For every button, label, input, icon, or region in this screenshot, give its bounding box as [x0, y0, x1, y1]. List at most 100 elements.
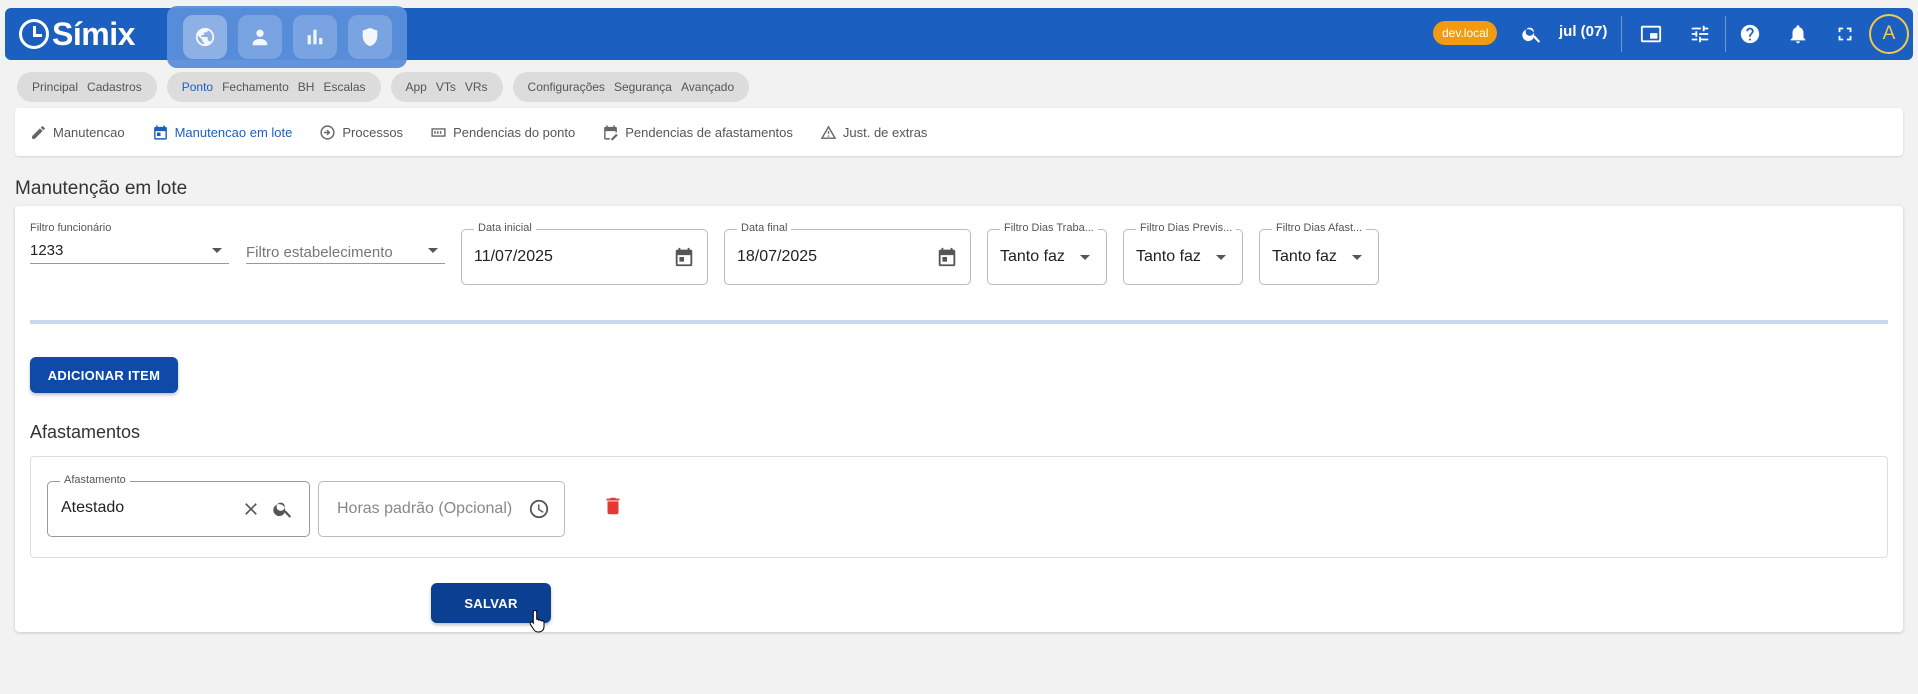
menu-group-ponto: Ponto Fechamento BH Escalas: [166, 72, 381, 102]
search-icon[interactable]: [272, 498, 294, 520]
default-hours-placeholder: Horas padrão (Opcional): [337, 500, 513, 517]
afastamento-value: Atestado: [61, 499, 125, 516]
divider: [1725, 16, 1726, 52]
warning-icon: [820, 124, 837, 139]
menu-item[interactable]: Escalas: [323, 80, 365, 94]
establishment-filter-placeholder: Filtro estabelecimento: [246, 244, 393, 261]
start-date-field[interactable]: Data inicial 11/07/2025: [461, 222, 708, 285]
subnav-just-extras[interactable]: Just. de extras: [820, 124, 928, 141]
field-underline: [30, 263, 229, 264]
module-globe-button[interactable]: [182, 15, 227, 59]
top-app-bar: Símix dev.local jul (07) A: [5, 6, 1913, 68]
menu-item[interactable]: Avançado: [681, 80, 734, 94]
menu-item-active[interactable]: Ponto: [182, 80, 213, 94]
pencil-icon: [32, 125, 45, 139]
subnav-label: Pendencias do ponto: [453, 124, 576, 140]
menu-item[interactable]: VTs: [436, 80, 456, 94]
calendar-icon: [153, 124, 167, 140]
picture-in-picture-icon: [1640, 25, 1662, 43]
chevron-down-icon: [1352, 255, 1362, 260]
brand-name: Símix: [52, 15, 135, 52]
delete-icon[interactable]: [602, 495, 624, 517]
subnav-label: Processos: [342, 124, 404, 140]
end-date-value: 18/07/2025: [737, 248, 818, 265]
picture-in-picture-button[interactable]: [1637, 20, 1665, 48]
employee-filter[interactable]: Filtro funcionário 1233: [30, 222, 229, 264]
worked-days-filter[interactable]: Filtro Dias Traba... Tanto faz: [987, 222, 1107, 285]
loading-bar: [30, 320, 1888, 324]
menu-item[interactable]: App: [406, 80, 427, 94]
default-hours-field[interactable]: Horas padrão (Opcional): [318, 481, 565, 537]
main-menu: Principal Cadastros Ponto Fechamento BH …: [17, 72, 750, 102]
search-button[interactable]: [1518, 20, 1546, 48]
subnav-manutencao[interactable]: Manutencao: [30, 124, 125, 141]
start-date-label: Data inicial: [474, 222, 536, 234]
help-button[interactable]: [1736, 20, 1764, 48]
start-date-value: 11/07/2025: [474, 248, 553, 265]
absence-days-label: Filtro Dias Afast...: [1272, 222, 1367, 234]
menu-item[interactable]: Principal: [32, 80, 78, 94]
subnav-manutencao-em-lote[interactable]: Manutencao em lote: [152, 124, 293, 141]
afastamento-row: Afastamento Atestado Horas padrão (Opcio…: [30, 456, 1888, 558]
menu-item[interactable]: VRs: [465, 80, 488, 94]
tune-button[interactable]: [1686, 20, 1714, 48]
divider: [1621, 16, 1622, 52]
end-date-field[interactable]: Data final 18/07/2025: [724, 222, 971, 285]
shield-icon: [362, 27, 377, 47]
subnav-pendencias-afastamentos[interactable]: Pendencias de afastamentos: [602, 124, 793, 141]
calendar-icon[interactable]: [673, 246, 695, 268]
sub-navigation: Manutencao Manutencao em lote Processos …: [15, 108, 1903, 156]
person-icon: [252, 29, 267, 46]
menu-group-app: App VTs VRs: [390, 72, 503, 102]
clock-grid-icon: [431, 127, 446, 137]
clock-icon[interactable]: [528, 498, 550, 520]
employee-filter-value: 1233: [30, 242, 64, 259]
subnav-label: Just. de extras: [842, 124, 928, 140]
user-avatar[interactable]: A: [1869, 14, 1909, 54]
chevron-down-icon: [212, 248, 222, 253]
field-underline: [246, 263, 445, 264]
clock-logo-icon: [19, 19, 49, 49]
notifications-button[interactable]: [1784, 20, 1812, 48]
menu-item[interactable]: Segurança: [614, 80, 672, 94]
bell-icon: [1790, 25, 1806, 44]
month-selector[interactable]: jul (07): [1559, 23, 1607, 40]
absence-days-filter[interactable]: Filtro Dias Afast... Tanto faz: [1259, 222, 1379, 285]
page-title: Manutenção em lote: [15, 178, 188, 199]
app-logo[interactable]: Símix: [19, 16, 135, 52]
employee-filter-label: Filtro funcionário: [30, 222, 112, 234]
establishment-filter[interactable]: Filtro estabelecimento: [246, 222, 445, 264]
module-chart-button[interactable]: [292, 15, 337, 59]
tune-icon: [1691, 25, 1709, 43]
module-switcher: [167, 6, 407, 68]
help-icon: [1740, 24, 1760, 44]
close-icon[interactable]: [241, 499, 261, 519]
subnav-processos[interactable]: Processos: [319, 124, 403, 141]
module-shield-button[interactable]: [347, 15, 392, 59]
subnav-label: Manutencao: [53, 124, 125, 140]
calendar-icon[interactable]: [936, 246, 958, 268]
afastamento-label: Afastamento: [60, 474, 130, 486]
afastamento-field[interactable]: Afastamento Atestado: [47, 474, 310, 537]
subnav-pendencias-ponto[interactable]: Pendencias do ponto: [430, 124, 575, 141]
menu-item[interactable]: BH: [298, 80, 315, 94]
module-person-button[interactable]: [237, 15, 282, 59]
menu-group-configuracoes: Configurações Segurança Avançado: [512, 72, 750, 102]
search-icon: [1522, 27, 1541, 43]
chevron-down-icon: [1080, 255, 1090, 260]
subnav-label: Pendencias de afastamentos: [625, 124, 793, 140]
fullscreen-icon: [1838, 27, 1852, 41]
menu-item[interactable]: Fechamento: [222, 80, 289, 94]
subnav-label: Manutencao em lote: [174, 124, 293, 140]
add-item-button[interactable]: ADICIONAR ITEM: [30, 357, 178, 393]
absence-days-value: Tanto faz: [1272, 248, 1337, 265]
hand-pointer-cursor-icon: [529, 609, 545, 633]
chevron-down-icon: [428, 248, 438, 253]
menu-item[interactable]: Cadastros: [87, 80, 142, 94]
fullscreen-button[interactable]: [1831, 20, 1859, 48]
globe-icon: [195, 27, 214, 47]
scheduled-days-filter[interactable]: Filtro Dias Previs... Tanto faz: [1123, 222, 1243, 285]
scheduled-days-label: Filtro Dias Previs...: [1136, 222, 1237, 234]
menu-item[interactable]: Configurações: [528, 80, 605, 94]
bar-chart-icon: [307, 29, 322, 45]
